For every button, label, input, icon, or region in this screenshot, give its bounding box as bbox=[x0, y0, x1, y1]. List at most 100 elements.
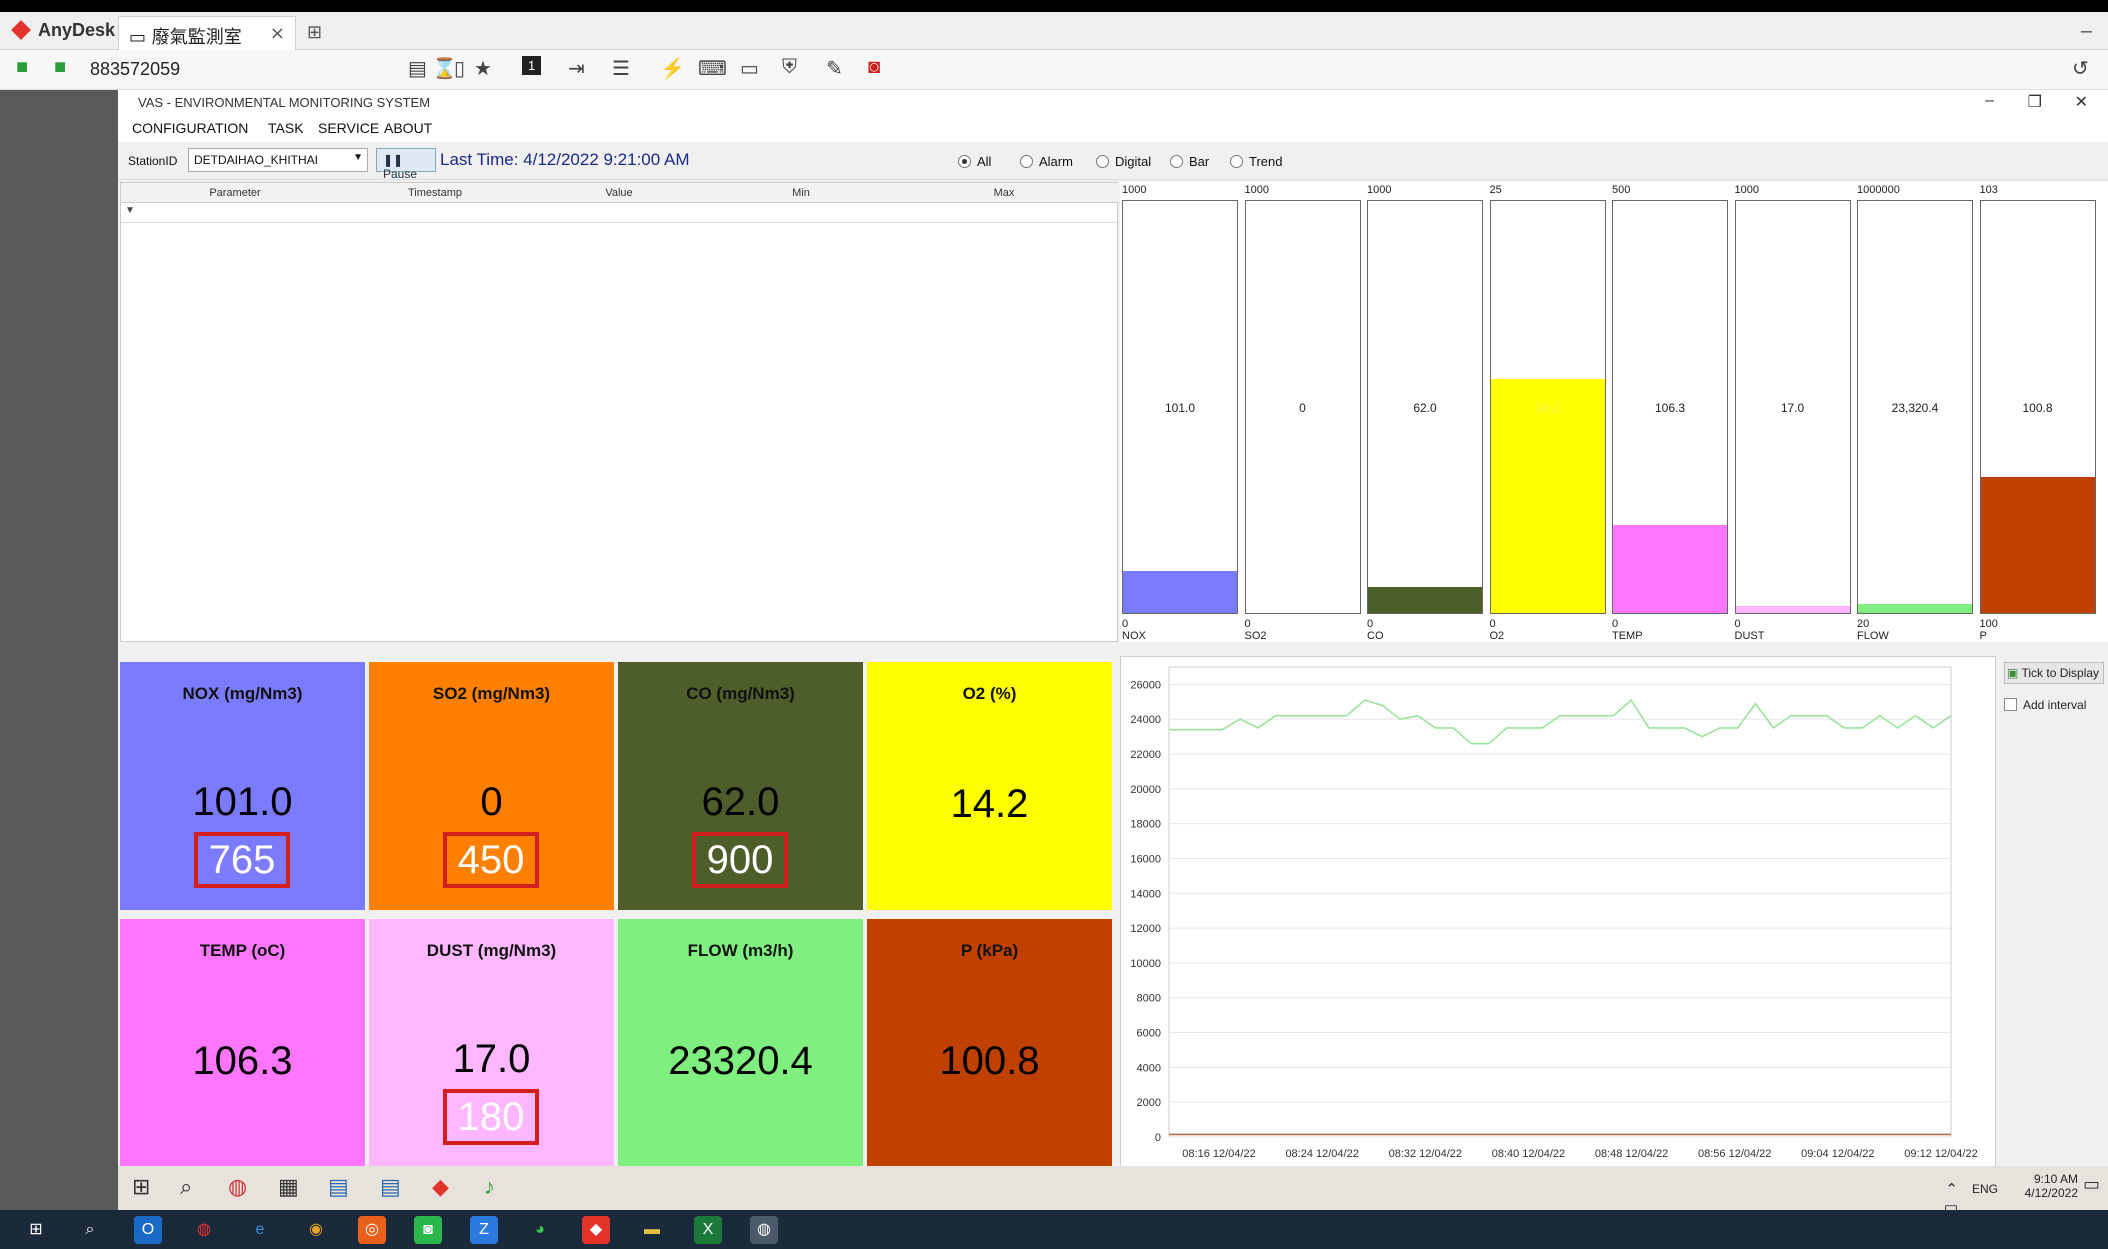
grid-filter-row[interactable]: ▼ bbox=[121, 203, 1119, 223]
search-icon[interactable]: ⌕ bbox=[76, 1216, 104, 1244]
history-icon[interactable]: ↺ bbox=[2072, 56, 2089, 81]
radio-label: Trend bbox=[1249, 154, 1283, 169]
pause-button[interactable]: ❚❚ Pause bbox=[376, 148, 436, 181]
message-icon[interactable]: ☰ bbox=[612, 56, 630, 81]
menu-service[interactable]: SERVICE bbox=[318, 120, 379, 136]
tile-title: TEMP (oC) bbox=[199, 941, 286, 960]
tick-to-display-button[interactable]: ▣ Tick to Display bbox=[2004, 662, 2104, 684]
chat-icon[interactable]: ▤ bbox=[408, 56, 427, 81]
line-icon[interactable]: ◙ bbox=[414, 1216, 442, 1244]
edge-icon[interactable]: e bbox=[246, 1216, 274, 1244]
new-tab-icon[interactable]: ⊞ bbox=[307, 22, 322, 43]
action-icon[interactable]: ⚡ bbox=[660, 56, 685, 81]
wechat-icon[interactable]: ◕ bbox=[526, 1216, 554, 1244]
radio-trend[interactable]: Trend bbox=[1230, 154, 1282, 169]
menu-configuration[interactable]: CONFIGURATION bbox=[132, 120, 248, 136]
mouse-icon[interactable]: ▯ bbox=[454, 56, 465, 81]
app-icon[interactable]: ◍ bbox=[190, 1216, 218, 1244]
tile-title: P (kPa) bbox=[960, 941, 1019, 960]
vas-icon[interactable]: ♪ bbox=[484, 1174, 495, 1200]
radio-digital[interactable]: Digital bbox=[1096, 154, 1151, 169]
window-icon[interactable]: ▤ bbox=[328, 1174, 349, 1200]
app-icon[interactable]: ◍ bbox=[228, 1174, 247, 1200]
app-title: VAS - ENVIRONMENTAL MONITORING SYSTEM bbox=[138, 95, 431, 110]
bar-min-label: 0 bbox=[1612, 618, 1619, 630]
app-icon[interactable]: ◍ bbox=[750, 1216, 778, 1244]
tile-title: DUST (mg/Nm3) bbox=[426, 941, 557, 960]
clock-date[interactable]: 4/12/2022 bbox=[2025, 1186, 2078, 1200]
clock-time[interactable]: 9:10 AM bbox=[2025, 1172, 2078, 1186]
y-tick-label: 24000 bbox=[1130, 714, 1161, 726]
top-border bbox=[0, 0, 2108, 12]
app-titlebar: VAS - ENVIRONMENTAL MONITORING SYSTEM – … bbox=[118, 90, 2108, 114]
tile-value: 14.2 bbox=[950, 782, 1029, 826]
notification-icon[interactable]: ▭ bbox=[2083, 1174, 2100, 1195]
windows-start-icon[interactable]: ⊞ bbox=[22, 1216, 50, 1244]
connection-icon: ■ bbox=[16, 56, 29, 78]
col-parameter[interactable]: Parameter bbox=[135, 187, 335, 199]
keyboard-icon[interactable]: ⌨ bbox=[698, 56, 727, 81]
bar-fill bbox=[1735, 606, 1850, 613]
language-indicator[interactable]: ENG bbox=[1972, 1182, 1998, 1196]
radio-alarm[interactable]: Alarm bbox=[1020, 154, 1073, 169]
close-tab-icon[interactable]: × bbox=[270, 23, 285, 44]
y-tick-label: 4000 bbox=[1137, 1062, 1161, 1074]
bar-fill bbox=[1858, 603, 1972, 613]
pen-icon[interactable]: ✎ bbox=[826, 56, 843, 81]
x-tick-label: 08:48 12/04/22 bbox=[1595, 1148, 1668, 1160]
folder-icon[interactable]: ▬ bbox=[638, 1216, 666, 1244]
bar-temp: 106.3 bbox=[1612, 200, 1728, 614]
anydesk-name: AnyDesk bbox=[38, 20, 116, 40]
display-icon: ▣ bbox=[2007, 666, 2022, 680]
screen: AnyDesk ▭ 廢氣監測室 × ⊞ – ■ ■ 883572059 ▤ ⌛ ▯… bbox=[0, 0, 2108, 1249]
minimize-button[interactable]: – bbox=[2081, 20, 2092, 43]
display-icon[interactable]: ▭ bbox=[740, 56, 759, 81]
menu-task[interactable]: TASK bbox=[268, 120, 304, 136]
add-interval-checkbox[interactable]: Add interval bbox=[2004, 698, 2086, 712]
outlook-icon[interactable]: O bbox=[134, 1216, 162, 1244]
filter-icon[interactable]: ▼ bbox=[125, 205, 135, 216]
star-icon[interactable]: ★ bbox=[474, 56, 492, 81]
tile-title: CO (mg/Nm3) bbox=[686, 684, 795, 703]
bar-co: 62.0 bbox=[1367, 200, 1483, 614]
tile-value: 101.0 bbox=[192, 780, 293, 824]
col-max[interactable]: Max bbox=[899, 187, 1109, 199]
anydesk-icon[interactable]: ◆ bbox=[582, 1216, 610, 1244]
chevron-down-icon: ▼ bbox=[353, 152, 363, 163]
excel-icon[interactable]: X bbox=[694, 1216, 722, 1244]
bar-max-label: 1000 bbox=[1244, 184, 1269, 196]
bar-name-label: TEMP bbox=[1612, 630, 1643, 642]
col-timestamp[interactable]: Timestamp bbox=[335, 187, 535, 199]
record-icon[interactable]: ◙ bbox=[868, 56, 880, 79]
window-close-icon[interactable]: ✕ bbox=[2075, 92, 2088, 112]
window-icon[interactable]: ▤ bbox=[380, 1174, 401, 1200]
menu-about[interactable]: ABOUT bbox=[384, 120, 432, 136]
window-restore-icon[interactable]: ❐ bbox=[2028, 92, 2042, 112]
y-tick-label: 22000 bbox=[1130, 749, 1161, 761]
window-minimize-icon[interactable]: – bbox=[1985, 92, 1994, 110]
shield-icon[interactable]: ⛨ bbox=[782, 56, 797, 79]
anydesk-session-tab[interactable]: ▭ 廢氣監測室 × bbox=[118, 16, 296, 50]
bar-value: 106.3 bbox=[1654, 401, 1686, 415]
monitor-1-icon[interactable]: 1 bbox=[522, 56, 542, 75]
col-value[interactable]: Value bbox=[535, 187, 703, 199]
station-select[interactable]: DETDAIHAO_KHITHAI ▼ bbox=[188, 148, 368, 172]
x-tick-label: 08:32 12/04/22 bbox=[1389, 1148, 1462, 1160]
tile-co: CO (mg/Nm3) 62.0 900 bbox=[618, 662, 863, 910]
tile-limit: 180 bbox=[443, 1089, 539, 1145]
bar-name-label: DUST bbox=[1734, 630, 1765, 642]
calculator-icon[interactable]: ▦ bbox=[278, 1174, 299, 1200]
pause-label: Pause bbox=[383, 167, 418, 181]
windows-start-icon[interactable]: ⊞ bbox=[132, 1174, 150, 1200]
radio-label: Digital bbox=[1115, 154, 1152, 169]
chrome-icon[interactable]: ◉ bbox=[302, 1216, 330, 1244]
anydesk-icon[interactable]: ◆ bbox=[432, 1174, 449, 1200]
col-min[interactable]: Min bbox=[703, 187, 899, 199]
app-icon[interactable]: ◎ bbox=[358, 1216, 386, 1244]
parameter-grid[interactable]: Parameter Timestamp Value Min Max ▼ bbox=[120, 182, 1119, 642]
radio-all[interactable]: All bbox=[958, 154, 991, 169]
file-transfer-icon[interactable]: ⇥ bbox=[568, 56, 585, 81]
radio-bar[interactable]: Bar bbox=[1170, 154, 1209, 169]
search-icon[interactable]: ⌕ bbox=[180, 1174, 192, 1200]
zalo-icon[interactable]: Z bbox=[470, 1216, 498, 1244]
